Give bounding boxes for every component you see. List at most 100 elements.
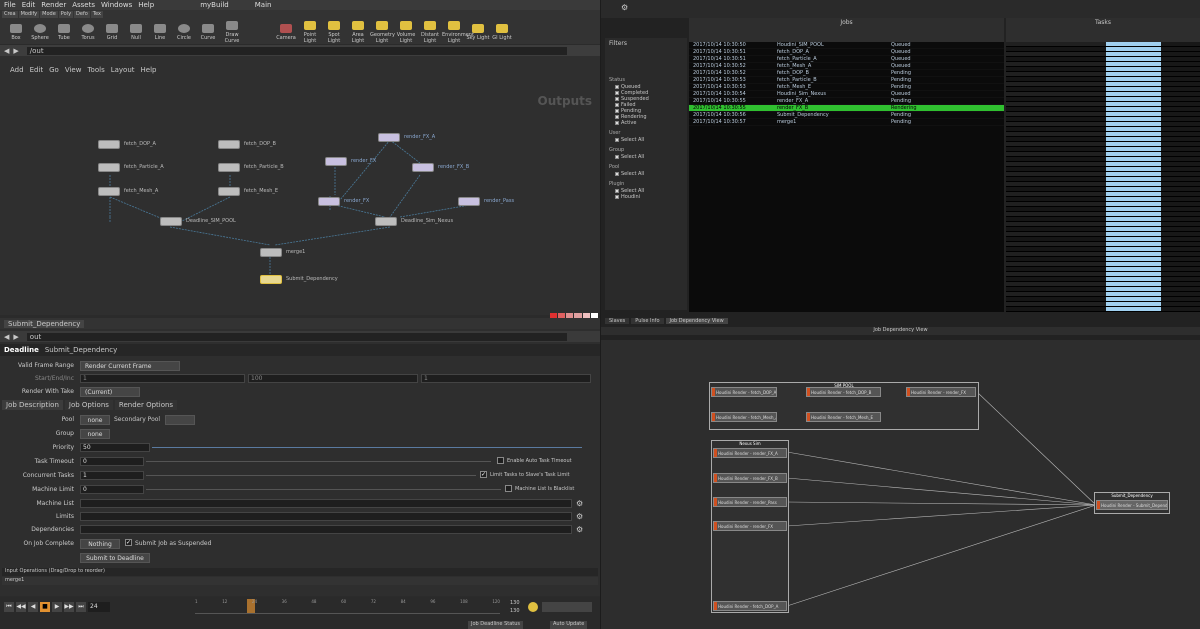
tool-grid[interactable]: Grid <box>100 24 124 41</box>
reverse-play-icon[interactable]: ◀ <box>28 602 38 612</box>
dep-node[interactable]: Houdini Render - render_FX <box>906 387 976 397</box>
next-key-icon[interactable]: ▶▶ <box>64 602 74 612</box>
machine-limit-field[interactable]: 0 <box>80 485 144 494</box>
node-submit-dependency[interactable] <box>260 275 282 284</box>
filter-checkbox[interactable] <box>615 189 619 193</box>
node-fetch-particle-b[interactable] <box>218 163 240 172</box>
gear-icon[interactable]: ⚙ <box>576 499 583 508</box>
tool-box[interactable]: Box <box>4 24 28 41</box>
node-deadline-sim-pool[interactable] <box>160 217 182 226</box>
subtab-job-options[interactable]: Job Options <box>64 400 113 410</box>
gear-icon[interactable]: ⚙ <box>576 512 583 521</box>
job-row[interactable]: 2017/10/14 10:30:50 Houdini_SIM_POOL Queue… <box>689 42 1004 49</box>
node-render-fx-2[interactable] <box>318 197 340 206</box>
concurrent-tasks-field[interactable]: 1 <box>80 471 144 480</box>
play-icon[interactable]: ▶ <box>52 602 62 612</box>
tasks-table[interactable] <box>1006 42 1200 312</box>
dep-node[interactable]: Houdini Render - render_Pass <box>713 497 787 507</box>
range-end-field[interactable]: 130 <box>510 600 520 606</box>
pool-menu[interactable]: none <box>80 415 110 425</box>
node-render-fx-a[interactable] <box>378 133 400 142</box>
tool-point-light[interactable]: Point Light <box>298 21 322 44</box>
filter-checkbox[interactable] <box>615 172 619 176</box>
dep-node[interactable]: Houdini Render - fetch_DOP_B <box>806 387 881 397</box>
tab-pulse-info[interactable]: Pulse Info <box>631 318 664 324</box>
shelf-tab-deform[interactable]: Defo <box>74 10 90 18</box>
tool-area-light[interactable]: Area Light <box>346 21 370 44</box>
tool-draw-curve[interactable]: Draw Curve <box>220 21 244 44</box>
dep-node[interactable]: Houdini Render - Submit_Dependency <box>1096 500 1168 510</box>
tool-volume-light[interactable]: Volume Light <box>394 21 418 44</box>
node-fetch-mesh-e[interactable] <box>218 187 240 196</box>
job-status-button[interactable]: Job Deadline Status <box>468 621 524 629</box>
current-frame-field[interactable]: 24 <box>88 602 110 612</box>
tool-sphere[interactable]: Sphere <box>28 24 52 41</box>
filter-checkbox[interactable] <box>615 115 619 119</box>
input-operation-item[interactable]: merge1 <box>2 577 598 585</box>
start-field[interactable]: 1 <box>80 374 245 383</box>
job-row[interactable]: 2017/10/14 10:30:52 fetch_DOP_B Pending <box>689 70 1004 77</box>
limit-slave-checkbox[interactable]: ✓ <box>480 471 487 478</box>
global-end-field[interactable]: 130 <box>510 608 520 614</box>
dep-node[interactable]: Houdini Render - fetch_Mesh_A <box>711 412 777 422</box>
auto-timeout-checkbox[interactable] <box>497 457 504 464</box>
dep-node[interactable]: Houdini Render - fetch_DOP_A <box>713 601 787 611</box>
shelf-tab-modify[interactable]: Modify <box>18 10 40 18</box>
header-node-name[interactable]: Submit_Dependency <box>45 346 117 354</box>
priority-field[interactable]: 50 <box>80 443 150 452</box>
group-menu[interactable]: none <box>80 429 110 439</box>
param-tab[interactable]: Submit_Dependency <box>4 319 85 328</box>
menu-file[interactable]: File <box>4 1 16 9</box>
menu-edit[interactable]: Edit <box>22 1 36 9</box>
tool-circle[interactable]: Circle <box>172 24 196 41</box>
back-arrow-icon[interactable]: ◀ <box>4 333 9 341</box>
node-render-fx[interactable] <box>325 157 347 166</box>
filter-checkbox[interactable] <box>615 85 619 89</box>
filter-checkbox[interactable] <box>615 155 619 159</box>
shelf-tab-create[interactable]: Crea <box>2 10 18 18</box>
filter-checkbox[interactable] <box>615 103 619 107</box>
subtab-render-options[interactable]: Render Options <box>114 400 178 410</box>
dep-node[interactable]: Houdini Render - fetch_DOP_A <box>711 387 777 397</box>
tool-spot-light[interactable]: Spot Light <box>322 21 346 44</box>
tool-camera[interactable]: Camera <box>274 24 298 41</box>
tool-curve[interactable]: Curve <box>196 24 220 41</box>
menu-assets[interactable]: Assets <box>72 1 95 9</box>
machine-limit-slider[interactable] <box>146 489 501 490</box>
subtab-job-description[interactable]: Job Description <box>2 400 63 410</box>
priority-slider[interactable] <box>152 447 582 448</box>
on-complete-menu[interactable]: Nothing <box>80 539 120 549</box>
tool-torus[interactable]: Torus <box>76 24 100 41</box>
gear-icon[interactable]: ⚙ <box>576 525 583 534</box>
prev-key-icon[interactable]: ◀◀ <box>16 602 26 612</box>
node-fetch-dop-a[interactable] <box>98 140 120 149</box>
settings-icon[interactable]: ⚙ <box>621 3 628 12</box>
inc-field[interactable]: 1 <box>421 374 591 383</box>
menu-help[interactable]: Help <box>138 1 154 9</box>
node-merge1[interactable] <box>260 248 282 257</box>
job-row[interactable]: 2017/10/14 10:30:56 Submit_Dependency Pend… <box>689 112 1004 119</box>
filter-item[interactable]: Select All <box>615 137 687 143</box>
job-row[interactable]: 2017/10/14 10:30:55 render_FX_B Rendering <box>689 105 1004 112</box>
playbar-options[interactable] <box>542 602 592 612</box>
dep-node[interactable]: Houdini Render - render_FX <box>713 521 787 531</box>
first-frame-icon[interactable]: ⏮ <box>4 602 14 612</box>
tab-job-dependency[interactable]: Job Dependency View <box>665 318 728 324</box>
limits-field[interactable] <box>80 512 572 521</box>
job-row[interactable]: 2017/10/14 10:30:51 fetch_Particle_A Queue… <box>689 56 1004 63</box>
last-frame-icon[interactable]: ⏭ <box>76 602 86 612</box>
filter-checkbox[interactable] <box>615 195 619 199</box>
auto-update-button[interactable]: Auto Update <box>550 621 588 629</box>
filter-checkbox[interactable] <box>615 121 619 125</box>
submit-to-deadline-button[interactable]: Submit to Deadline <box>80 553 150 563</box>
dep-node[interactable]: Houdini Render - render_FX_B <box>713 473 787 483</box>
tool-environment-light[interactable]: Environment Light <box>442 21 474 44</box>
realtime-icon[interactable] <box>528 602 538 612</box>
filter-checkbox[interactable] <box>615 97 619 101</box>
stop-icon[interactable]: ■ <box>40 602 50 612</box>
frame-range-menu[interactable]: Render Current Frame <box>80 361 180 371</box>
param-path-field[interactable]: out <box>26 332 567 341</box>
build-selector[interactable]: myBuild <box>200 1 229 9</box>
tool-line[interactable]: Line <box>148 24 172 41</box>
tool-null[interactable]: Null <box>124 24 148 41</box>
